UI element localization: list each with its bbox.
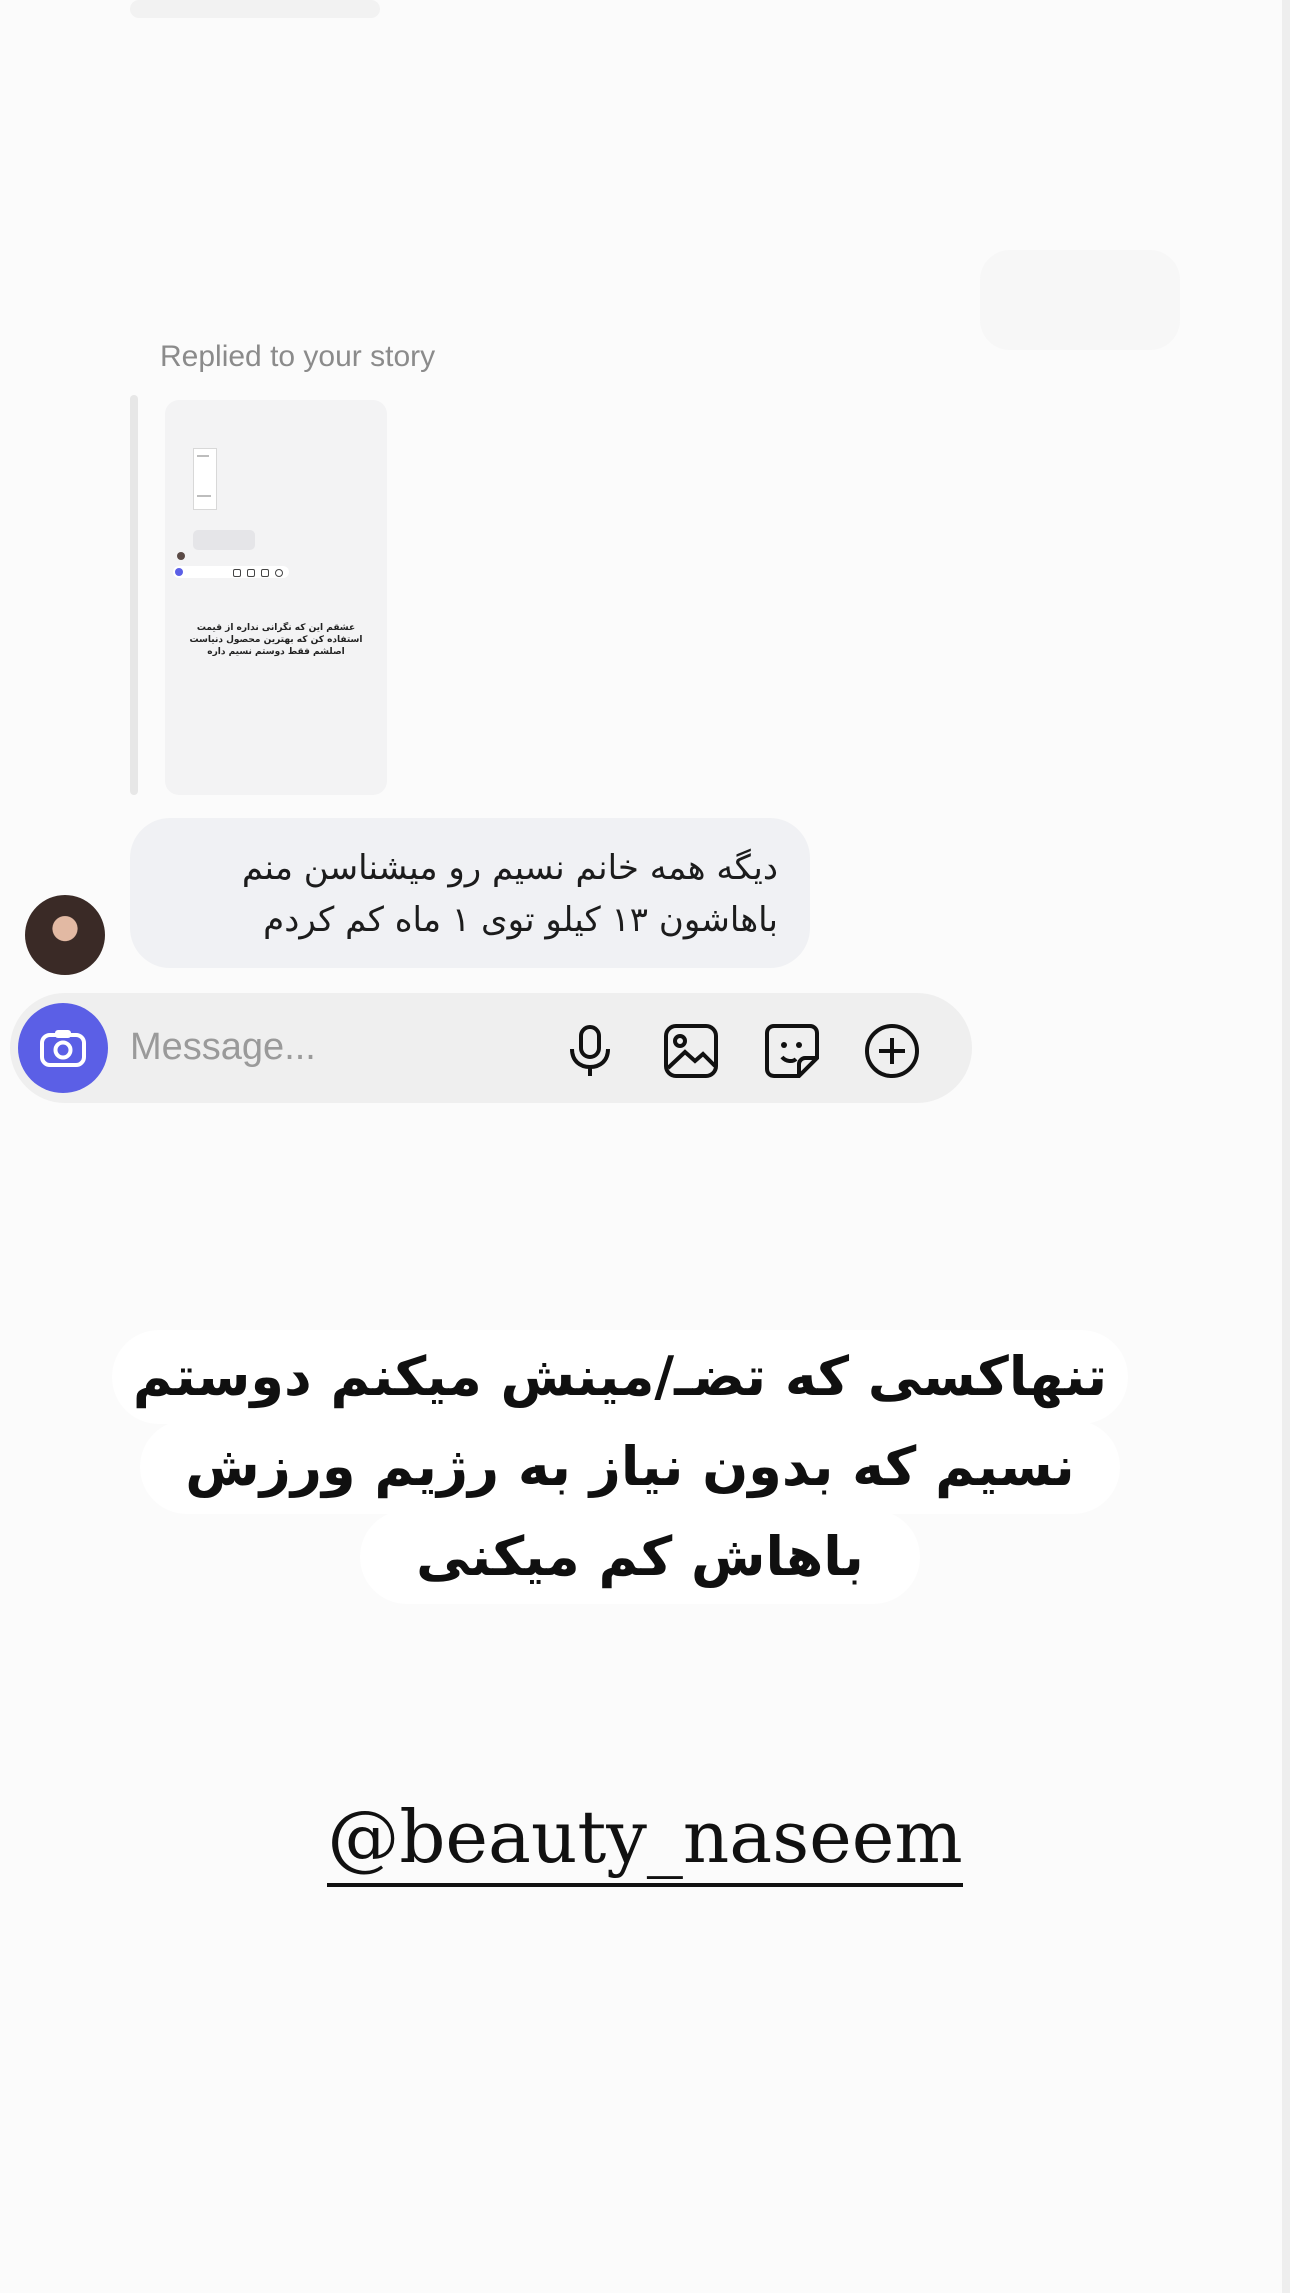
received-message-text: دیگه همه خانم نسیم رو میشناسن منم باهاشو…: [158, 842, 778, 946]
overlay-text-line: باهاش کم میکنی: [360, 1510, 920, 1604]
account-handle-text: @beauty_naseem: [327, 1795, 963, 1887]
thumbnail-caption-line: استفاده کن که بهترین محصول دنیاست: [189, 635, 363, 645]
sender-avatar[interactable]: [25, 895, 105, 975]
reply-indicator-bar: [130, 395, 138, 795]
thumbnail-microphone-icon: [233, 569, 241, 577]
thumbnail-gallery-icon: [247, 569, 255, 577]
microphone-icon[interactable]: [560, 1021, 620, 1081]
sticker-icon[interactable]: [762, 1021, 822, 1081]
plus-circle-icon[interactable]: [862, 1021, 922, 1081]
gallery-icon[interactable]: [661, 1021, 721, 1081]
thumbnail-line: [197, 495, 211, 497]
received-message-bubble[interactable]: دیگه همه خانم نسیم رو میشناسن منم باهاشو…: [130, 818, 810, 968]
faded-right-bubble: [980, 250, 1180, 350]
thumbnail-sticker-icon: [261, 569, 269, 577]
message-line: دیگه همه خانم نسیم رو میشناسن منم: [241, 848, 778, 888]
overlay-text-line: نسیم که بدون نیاز به رژیم ورزش: [140, 1420, 1120, 1514]
thumbnail-input-bar: [173, 566, 289, 578]
message-line: باهاشون ۱۳ کیلو توی ۱ ماه کم کردم: [263, 900, 778, 940]
thumbnail-caption-line: عشقم این که نگرانی نداره از قیمت: [196, 623, 356, 633]
message-input[interactable]: Message...: [130, 1026, 316, 1069]
message-composer: Message...: [10, 993, 972, 1103]
faded-top-bubble: [130, 0, 380, 18]
story-reply-label: Replied to your story: [160, 340, 436, 373]
thumbnail-message-bubble: [193, 530, 255, 550]
camera-button[interactable]: [18, 1003, 108, 1093]
overlay-text-line: تنهاکسی که تضـ/مینش میکنم دوستم: [112, 1330, 1128, 1424]
story-thumbnail[interactable]: عشقم این که نگرانی نداره از قیمت استفاده…: [165, 400, 387, 795]
thumbnail-screen: [193, 448, 217, 510]
account-handle-link[interactable]: @beauty_naseem: [0, 1795, 1290, 1887]
thumbnail-camera-icon: [175, 568, 183, 576]
thumbnail-avatar: [177, 552, 185, 560]
camera-icon: [40, 1030, 86, 1067]
right-edge-strip: [1282, 0, 1290, 2293]
thumbnail-line: [197, 455, 209, 457]
thumbnail-caption-line: اصلشم فقط دوستم نسیم داره: [207, 647, 345, 657]
thumbnail-plus-icon: [275, 569, 283, 577]
thumbnail-caption: عشقم این که نگرانی نداره از قیمت استفاده…: [165, 622, 387, 658]
